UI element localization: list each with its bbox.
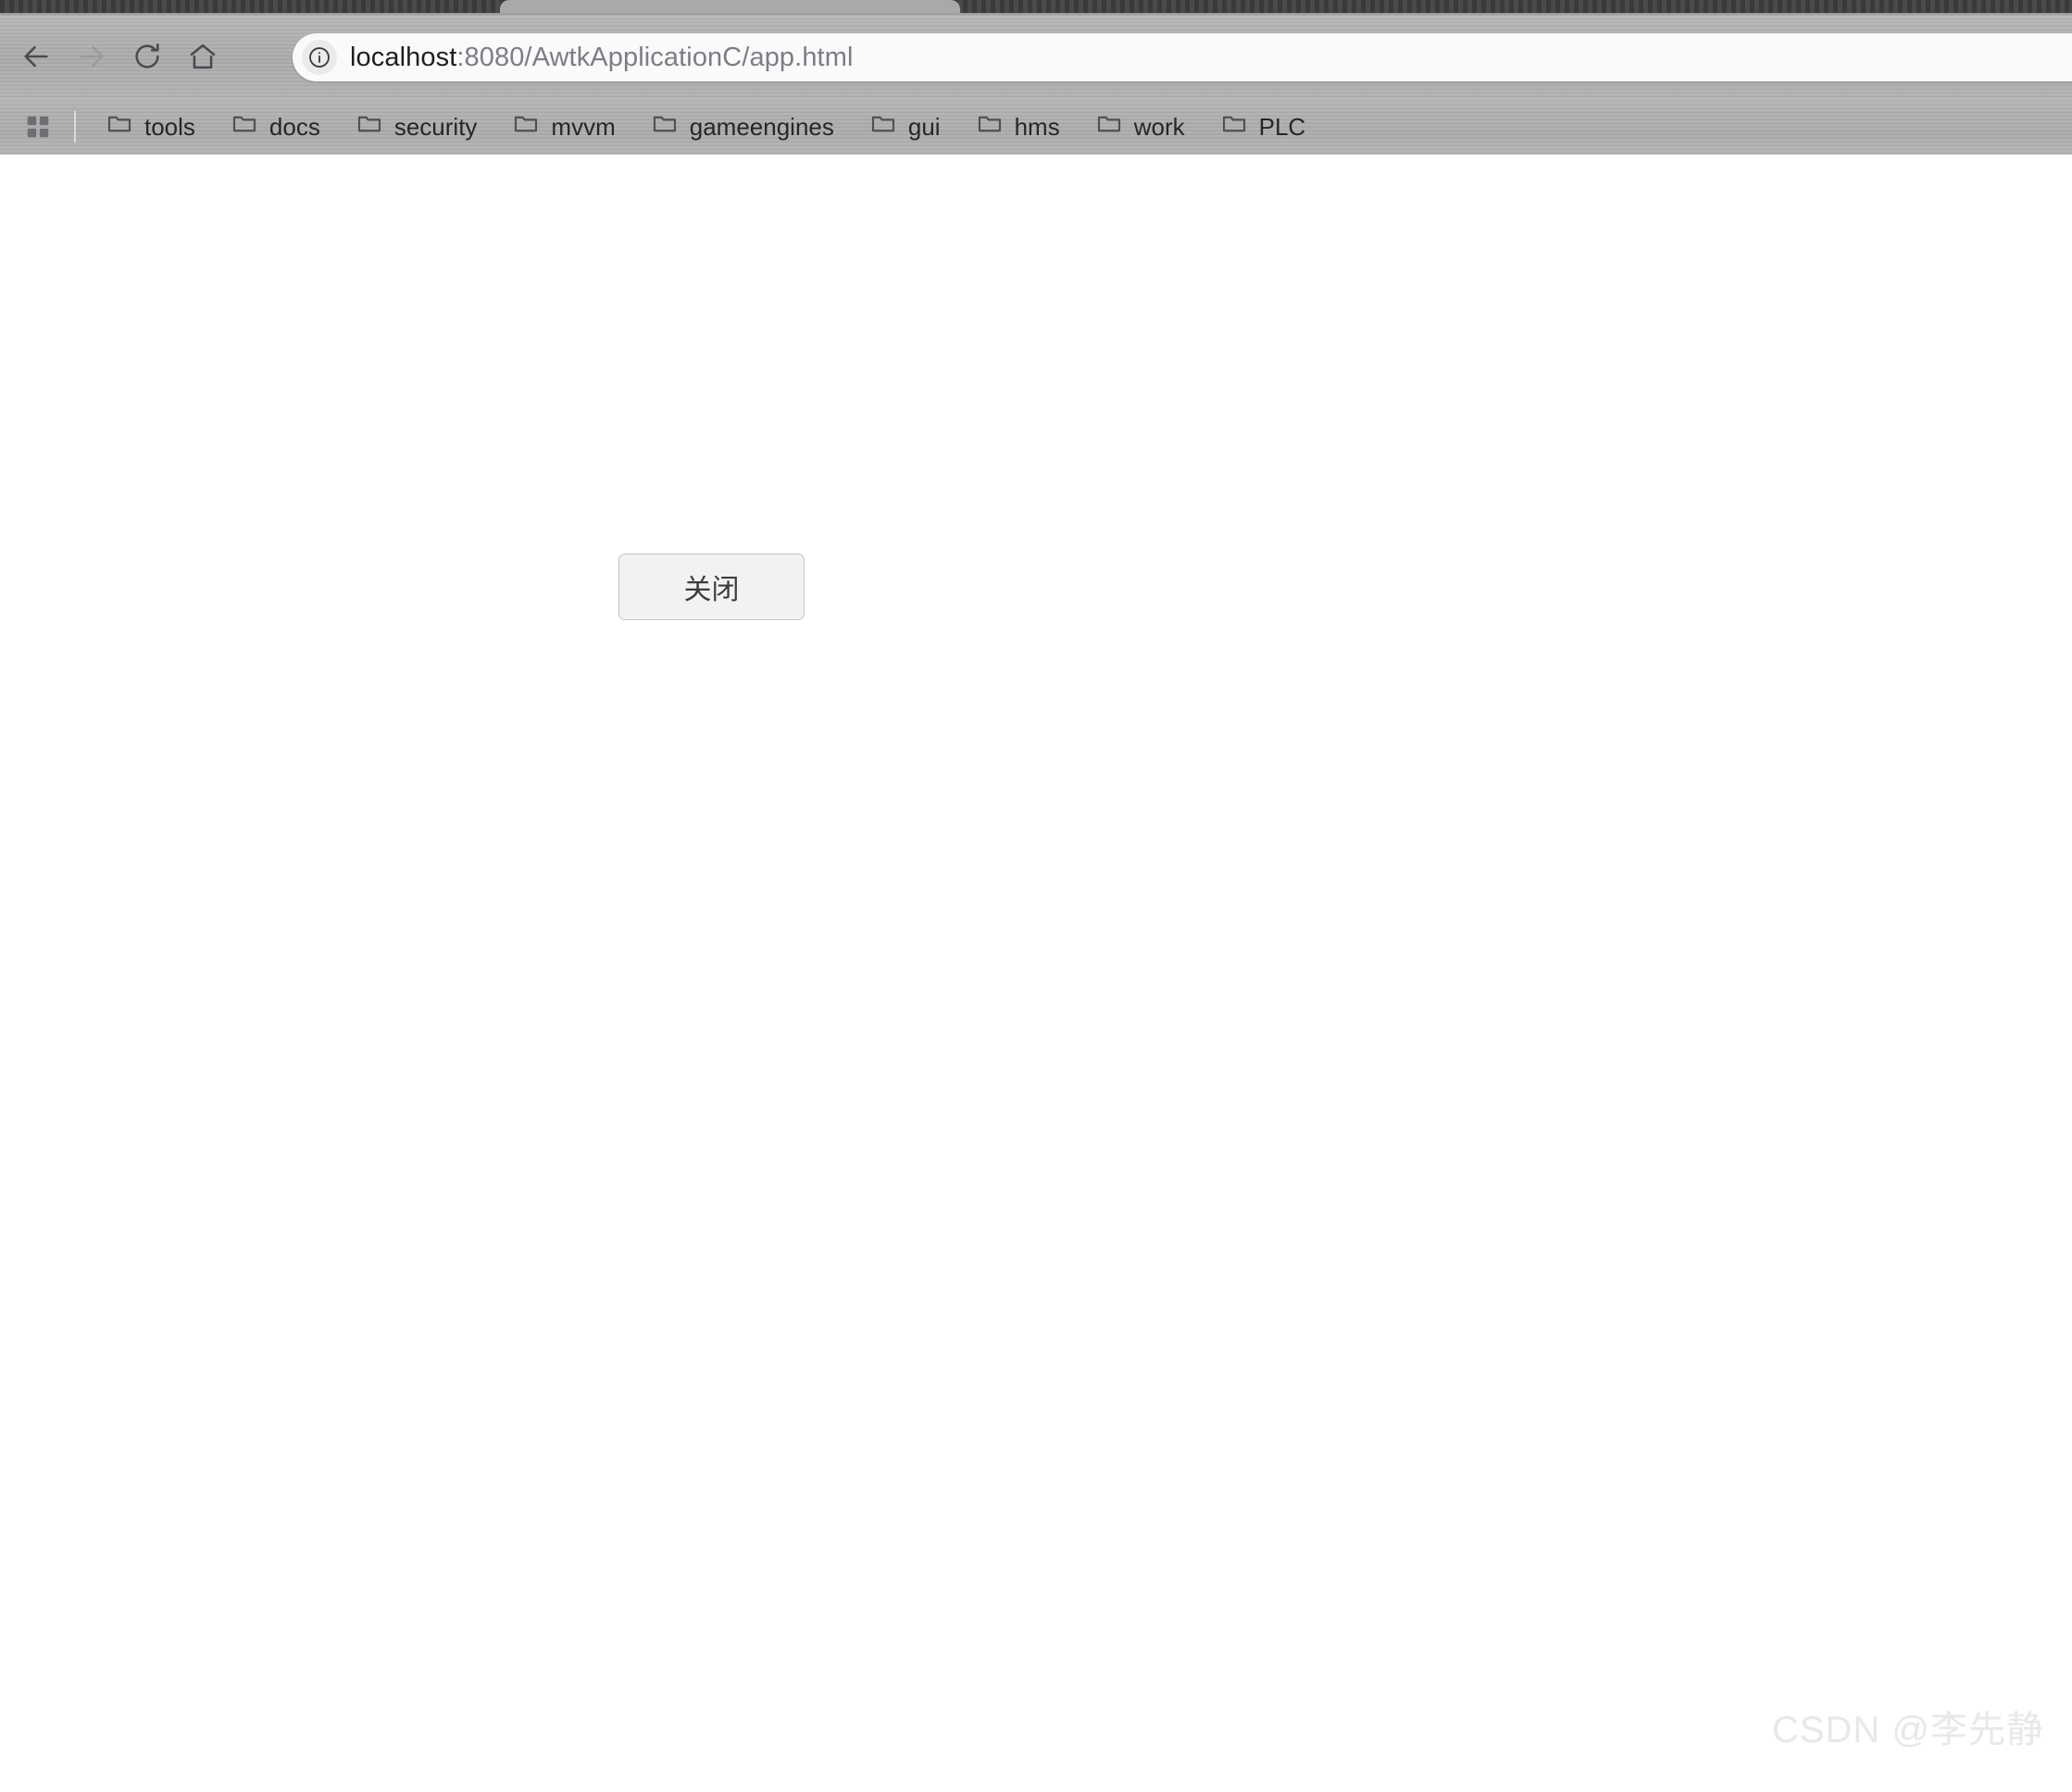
folder-icon (976, 110, 1004, 143)
url-host: localhost (350, 42, 457, 72)
bookmark-item-mvvm[interactable]: mvvm (503, 106, 624, 147)
browser-window: localhost:8080/AwtkApplicationC/app.html… (0, 0, 2072, 1792)
folder-icon (651, 110, 679, 143)
bookmark-label: gameengines (689, 112, 834, 141)
bookmark-item-security[interactable]: security (346, 106, 487, 147)
apps-grid-icon[interactable] (22, 111, 54, 143)
bookmark-label: security (393, 112, 478, 141)
bookmarks-bar: tools docs security mvvm gameengines gui… (0, 98, 2072, 155)
bookmark-item-work[interactable]: work (1086, 106, 1194, 147)
reload-icon (131, 41, 163, 72)
bookmark-label: tools (144, 112, 195, 141)
bookmark-label: hms (1014, 112, 1060, 141)
bookmark-item-gui[interactable]: gui (860, 106, 950, 147)
bookmark-item-docs[interactable]: docs (221, 106, 330, 147)
bookmark-label: mvvm (551, 112, 616, 141)
url-path: :8080/AwtkApplicationC/app.html (456, 42, 854, 72)
bookmark-label: docs (268, 112, 320, 141)
reload-button[interactable] (124, 33, 170, 80)
bookmark-item-plc[interactable]: PLC (1211, 106, 1316, 147)
bookmarks-divider (74, 110, 76, 143)
folder-icon (231, 110, 258, 143)
bookmark-item-hms[interactable]: hms (967, 106, 1069, 147)
close-button[interactable]: 关闭 (618, 554, 805, 620)
back-button[interactable] (13, 33, 59, 80)
home-icon (187, 41, 218, 72)
address-bar[interactable]: localhost:8080/AwtkApplicationC/app.html (293, 33, 2072, 81)
home-button[interactable] (180, 33, 226, 80)
bookmark-item-tools[interactable]: tools (96, 106, 205, 147)
arrow-left-icon (20, 41, 52, 72)
forward-button[interactable] (69, 33, 115, 80)
bookmark-label: PLC (1258, 112, 1306, 141)
browser-toolbar: localhost:8080/AwtkApplicationC/app.html (0, 15, 2072, 98)
bookmark-label: gui (907, 112, 941, 141)
bookmark-item-gameengines[interactable]: gameengines (642, 106, 843, 147)
info-circle-icon[interactable] (302, 40, 337, 75)
tab-strip (0, 0, 2072, 15)
folder-icon (1220, 110, 1248, 143)
folder-icon (1095, 110, 1123, 143)
folder-icon (512, 110, 540, 143)
folder-icon (106, 110, 133, 143)
csdn-watermark: CSDN @李先静 (1771, 1710, 2044, 1750)
folder-icon (356, 110, 383, 143)
arrow-right-icon (76, 41, 107, 72)
page-viewport: 关闭 CSDN @李先静 (0, 155, 2072, 1792)
address-bar-url[interactable]: localhost:8080/AwtkApplicationC/app.html (350, 44, 854, 71)
folder-icon (869, 110, 897, 143)
bookmark-label: work (1133, 112, 1185, 141)
